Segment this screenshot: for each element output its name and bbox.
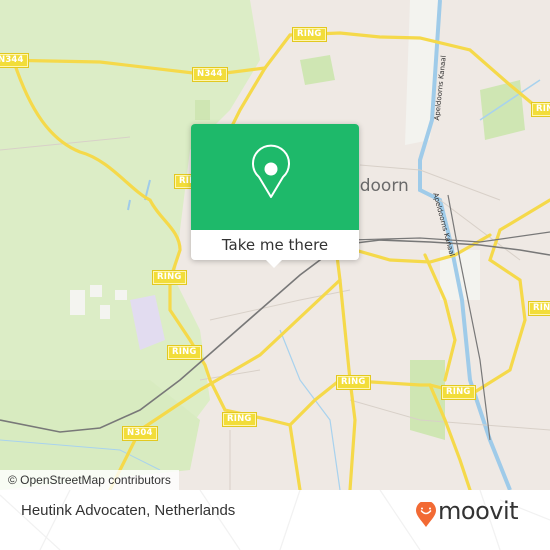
park xyxy=(300,55,335,85)
road-shield-ring: RING xyxy=(292,27,327,42)
popup-header xyxy=(191,124,359,230)
road-shield-ring: RING xyxy=(167,345,202,360)
take-me-there-button[interactable]: Take me there xyxy=(191,230,359,260)
road-south xyxy=(288,423,302,490)
road-central xyxy=(333,238,357,490)
road-shield-ring: RING xyxy=(441,385,476,400)
stream xyxy=(279,329,341,490)
building-block xyxy=(70,290,85,315)
building-block xyxy=(100,305,110,319)
footer-bar: Heutink Advocaten, Netherlands moovit xyxy=(0,490,550,550)
park xyxy=(480,80,525,140)
road-shield-n344: N344 xyxy=(0,53,29,68)
road-shield-ring: RING xyxy=(336,375,371,390)
road-shield-ring: RING xyxy=(152,270,187,285)
moovit-pin-icon xyxy=(416,502,436,527)
park xyxy=(195,100,210,120)
map-attribution[interactable]: © OpenStreetMap contributors xyxy=(0,470,179,490)
road-shield-ring: RING xyxy=(222,412,257,427)
popup-pointer xyxy=(266,260,282,268)
building-block xyxy=(90,285,102,297)
building-block xyxy=(115,290,127,300)
place-name: Heutink Advocaten, Netherlands xyxy=(21,502,236,519)
map-pin-icon xyxy=(252,144,290,198)
city-label: ldoorn xyxy=(355,176,409,196)
road-shield-n304: N304 xyxy=(122,426,158,441)
brand-name: moovit xyxy=(438,497,519,525)
road-shield-ring: RING xyxy=(528,301,550,316)
road-shield-ring: RING xyxy=(531,102,550,117)
park xyxy=(410,360,445,440)
location-popup[interactable]: Take me there xyxy=(191,124,359,268)
road-shield-n344: N344 xyxy=(192,67,228,82)
